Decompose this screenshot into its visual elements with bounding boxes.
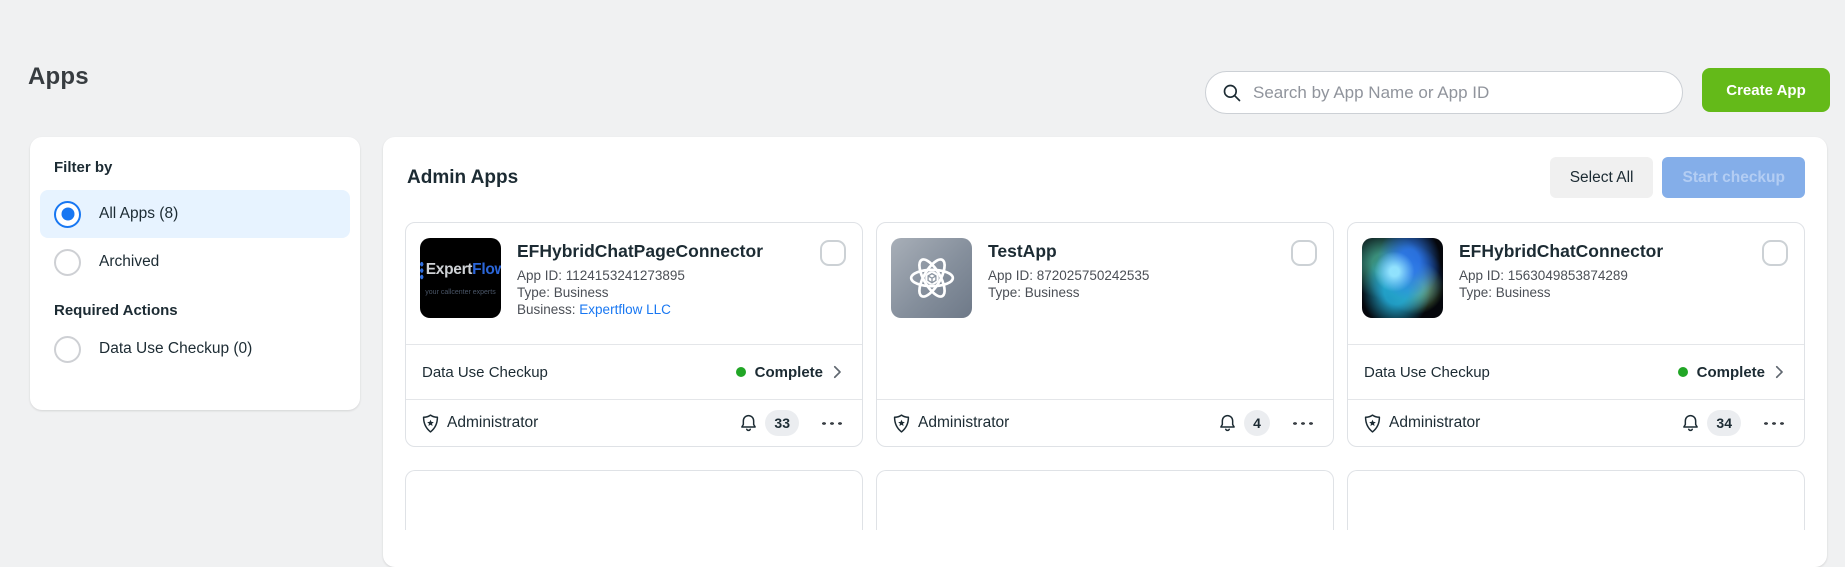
app-id: App ID: 1124153241273895 [517, 267, 804, 284]
app-card-cutoff [876, 470, 1334, 530]
chevron-right-icon [828, 363, 846, 381]
app-card-header: TestApp App ID: 872025750242535 Type: Bu… [877, 223, 1333, 399]
filter-archived[interactable]: Archived [40, 238, 350, 286]
app-logo [891, 238, 972, 318]
logo-dots-icon [420, 261, 424, 280]
app-type: Type: Business [988, 284, 1275, 301]
more-options-icon[interactable] [820, 421, 844, 426]
chevron-right-icon [1770, 363, 1788, 381]
checkup-label: Data Use Checkup [1364, 364, 1678, 381]
more-options-icon[interactable] [1762, 421, 1786, 426]
data-use-checkup-row[interactable]: Data Use Checkup Complete [406, 344, 862, 399]
notifications-bell-icon[interactable] [738, 413, 759, 434]
app-logo [1362, 238, 1443, 318]
app-card-header: ExpertFlow your callcenter experts EFHyb… [406, 223, 862, 344]
app-info: TestApp App ID: 872025750242535 Type: Bu… [988, 238, 1275, 301]
notifications-bell-icon[interactable] [1680, 413, 1701, 434]
app-card: TestApp App ID: 872025750242535 Type: Bu… [876, 222, 1334, 447]
business-link[interactable]: Expertflow LLC [579, 302, 671, 317]
admin-apps-header: Admin Apps Select All Start checkup [383, 137, 1827, 198]
data-use-checkup-row[interactable]: Data Use Checkup Complete [1348, 344, 1804, 399]
notification-count-badge: 33 [765, 410, 799, 436]
filter-all-apps[interactable]: All Apps (8) [40, 190, 350, 238]
app-select-checkbox[interactable] [1762, 240, 1788, 266]
filter-label: Data Use Checkup (0) [99, 340, 252, 358]
role-label: Administrator [918, 414, 1217, 432]
atom-icon [903, 249, 961, 307]
app-card-footer: Administrator 33 [406, 399, 862, 446]
role-label: Administrator [447, 414, 738, 432]
admin-apps-panel: Admin Apps Select All Start checkup Expe… [383, 137, 1827, 567]
burst-logo [1362, 238, 1443, 318]
checkup-status: Complete [755, 364, 823, 381]
app-logo: ExpertFlow your callcenter experts [420, 238, 501, 318]
app-id: App ID: 1563049853874289 [1459, 267, 1746, 284]
notifications-bell-icon[interactable] [1217, 413, 1238, 434]
app-card-cutoff [1347, 470, 1805, 530]
app-type: Type: Business [517, 284, 804, 301]
app-search-box[interactable] [1205, 71, 1683, 114]
app-id: App ID: 872025750242535 [988, 267, 1275, 284]
radio-button-icon[interactable] [54, 336, 81, 363]
admin-badge-icon [891, 413, 912, 434]
apps-dashboard: Apps Create App Filter by All Apps (8) A… [0, 0, 1845, 477]
app-card: ExpertFlow your callcenter experts EFHyb… [405, 222, 863, 447]
filter-sidebar: Filter by All Apps (8) Archived Required… [30, 137, 360, 410]
status-dot-icon [1678, 367, 1688, 377]
admin-badge-icon [420, 413, 441, 434]
app-type: Type: Business [1459, 284, 1746, 301]
search-icon [1222, 83, 1242, 103]
app-title: EFHybridChatConnector [1459, 241, 1746, 262]
app-business: Business: Expertflow LLC [517, 301, 804, 318]
filter-data-use-checkup[interactable]: Data Use Checkup (0) [40, 325, 350, 373]
app-info: EFHybridChatPageConnector App ID: 112415… [517, 238, 804, 318]
notification-count-badge: 4 [1244, 410, 1270, 436]
app-info: EFHybridChatConnector App ID: 1563049853… [1459, 238, 1746, 301]
create-app-button[interactable]: Create App [1702, 68, 1830, 112]
app-select-checkbox[interactable] [820, 240, 846, 266]
role-label: Administrator [1389, 414, 1680, 432]
page-title: Apps [28, 63, 89, 91]
app-title: EFHybridChatPageConnector [517, 241, 804, 262]
more-options-icon[interactable] [1291, 421, 1315, 426]
checkup-label: Data Use Checkup [422, 364, 736, 381]
app-card: EFHybridChatConnector App ID: 1563049853… [1347, 222, 1805, 447]
app-card-cutoff [405, 470, 863, 530]
app-card-footer: Administrator 34 [1348, 399, 1804, 446]
filter-label: Archived [99, 253, 159, 271]
filter-heading: Filter by [54, 159, 336, 176]
app-card-footer: Administrator 4 [877, 399, 1333, 446]
filter-label: All Apps (8) [99, 205, 178, 223]
search-input[interactable] [1253, 83, 1666, 103]
app-card-header: EFHybridChatConnector App ID: 1563049853… [1348, 223, 1804, 344]
required-actions-heading: Required Actions [54, 302, 336, 319]
radio-button-icon[interactable] [54, 249, 81, 276]
status-dot-icon [736, 367, 746, 377]
admin-badge-icon [1362, 413, 1383, 434]
expertflow-logo: ExpertFlow your callcenter experts [420, 261, 501, 296]
app-card-grid: ExpertFlow your callcenter experts EFHyb… [405, 222, 1805, 530]
notification-count-badge: 34 [1707, 410, 1741, 436]
select-all-button[interactable]: Select All [1550, 157, 1654, 198]
app-select-checkbox[interactable] [1291, 240, 1317, 266]
radio-button-selected-icon[interactable] [54, 201, 81, 228]
start-checkup-button-disabled[interactable]: Start checkup [1662, 157, 1805, 198]
section-title: Admin Apps [407, 167, 1550, 189]
app-title: TestApp [988, 241, 1275, 262]
checkup-status: Complete [1697, 364, 1765, 381]
